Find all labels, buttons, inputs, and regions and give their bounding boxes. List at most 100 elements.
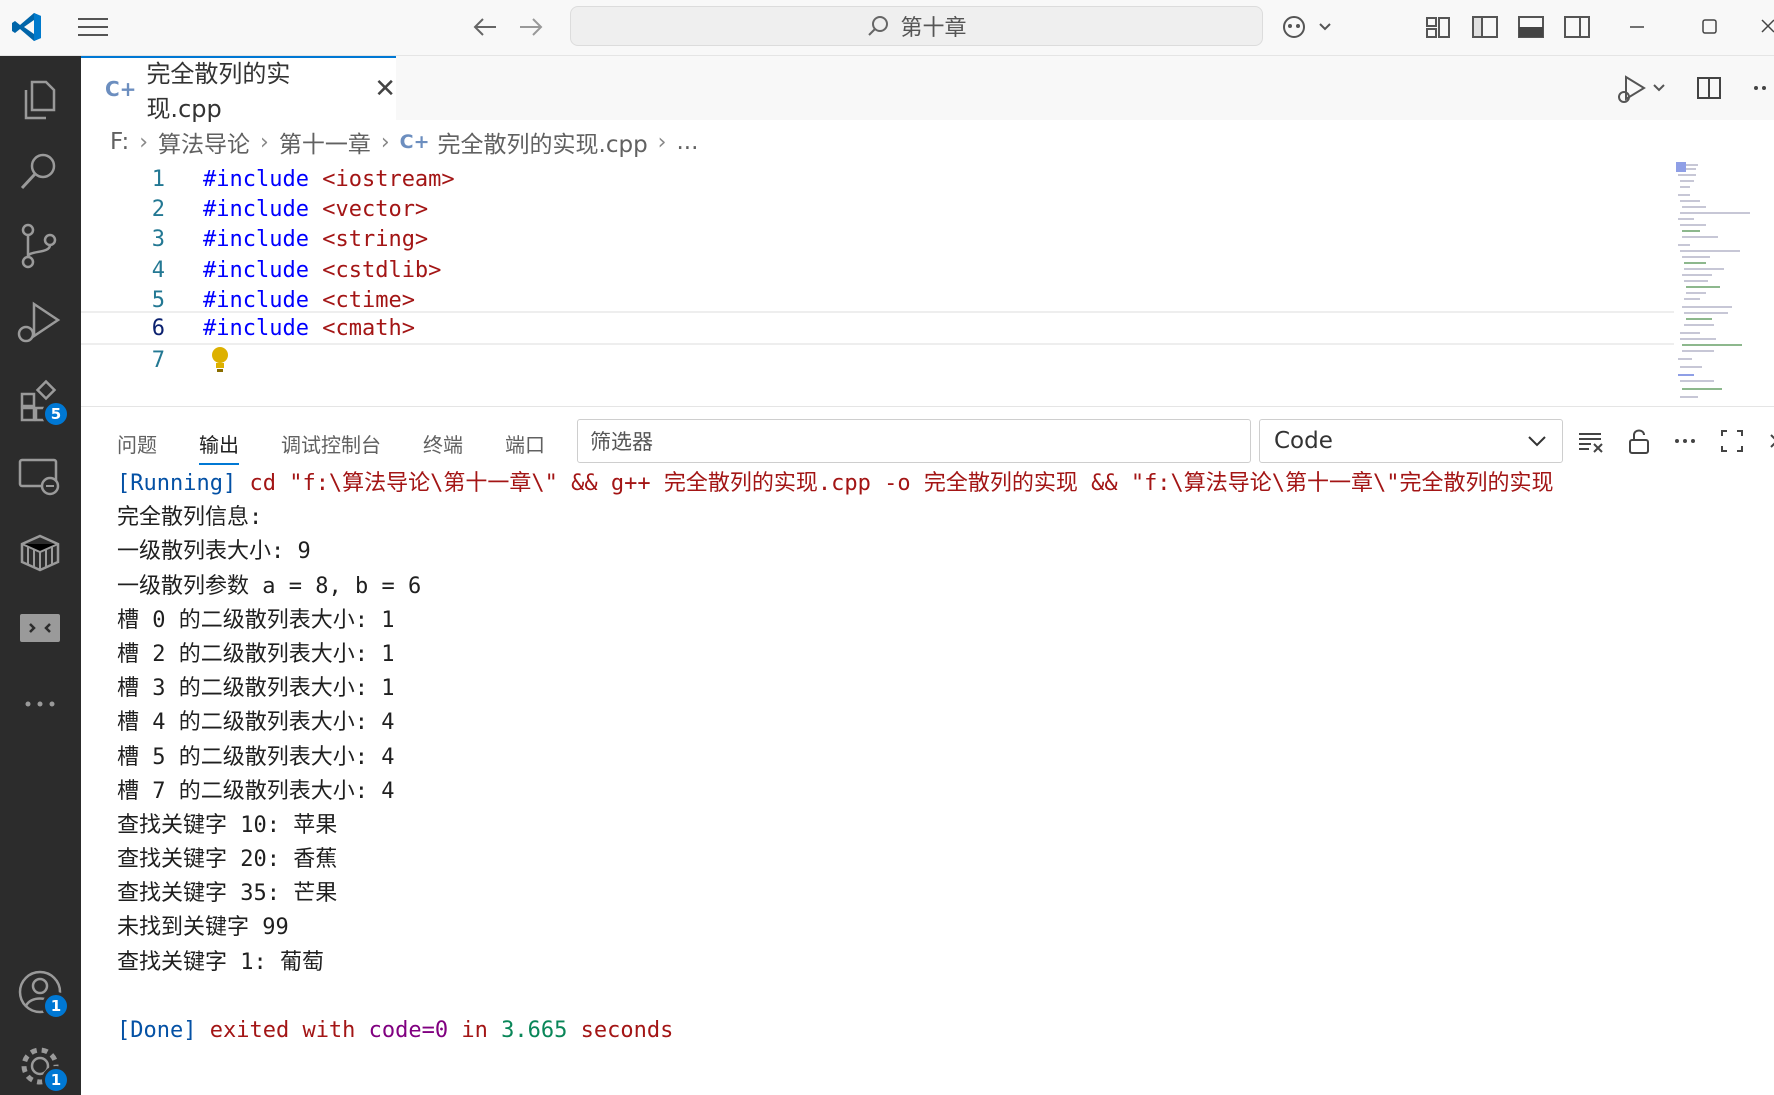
code-text: #include <cmath> (203, 316, 415, 341)
run-code-dropdown-icon[interactable] (1616, 71, 1668, 105)
activity-bar: 5 1 1 (0, 56, 81, 1095)
code-include-target: <vector> (322, 196, 429, 222)
copilot-icon[interactable] (1280, 12, 1336, 42)
tab-output[interactable]: 输出 (199, 421, 239, 465)
code-text: #include <ctime> (203, 288, 415, 313)
chevron-right-icon: › (380, 129, 390, 155)
line-number: 7 (151, 347, 165, 373)
chevron-right-icon: › (657, 129, 667, 155)
toggle-secondary-sidebar-icon[interactable] (1562, 12, 1592, 42)
minimap[interactable] (1674, 160, 1774, 405)
code-text: #include <string> (203, 227, 428, 252)
maximize-panel-icon[interactable] (1719, 427, 1745, 455)
lightbulb-icon[interactable] (209, 345, 231, 375)
command-center-text: 第十章 (900, 16, 967, 41)
minimap-slider (1676, 162, 1686, 172)
code-editor[interactable]: 1 #include <iostream> 2 #include <vector… (81, 162, 1674, 407)
line-number: 4 (151, 257, 165, 283)
split-editor-icon[interactable] (1694, 73, 1724, 103)
output-done-line: [Done] exited with code=0 in 3.665 secon… (117, 1014, 1767, 1048)
tab-close-icon[interactable]: ✕ (374, 74, 396, 104)
output-line: 查找关键字 35: 芒果 (117, 881, 338, 907)
extensions-badge: 5 (42, 400, 70, 428)
container-box-icon (20, 534, 60, 572)
command-center-search[interactable]: 第十章 (570, 6, 1263, 46)
run-debug-button[interactable] (14, 296, 66, 348)
explorer-button[interactable] (14, 74, 66, 126)
chevron-down-icon (1528, 436, 1546, 447)
search-view-button[interactable] (14, 146, 66, 198)
editor-actions (1616, 56, 1774, 120)
manage-settings-button[interactable]: 1 (14, 1040, 70, 1094)
toggle-panel-icon[interactable] (1516, 12, 1546, 42)
code-keyword: #include (203, 287, 309, 313)
tab-terminal[interactable]: 终端 (423, 421, 463, 465)
code-keyword: #include (203, 226, 309, 252)
breadcrumb-more[interactable]: ... (676, 129, 698, 155)
customize-layout-icon[interactable] (1424, 12, 1452, 42)
code-include-target: <string> (322, 226, 429, 252)
close-panel-icon[interactable] (1767, 427, 1774, 455)
code-include-target: <cstdlib> (322, 257, 442, 283)
breadcrumb-folder-1[interactable]: 算法导论 (158, 125, 250, 159)
code-line: 1 #include <iostream> (81, 162, 1674, 196)
elapsed-time: 3.665 (501, 1018, 568, 1043)
chevron-right-icon: › (139, 129, 149, 155)
toggle-primary-sidebar-icon[interactable] (1470, 12, 1500, 42)
editor-tab-active[interactable]: C+ 完全散列的实现.cpp ✕ (81, 56, 396, 123)
output-line: 一级散列表大小: 9 (117, 539, 311, 565)
minimize-icon[interactable] (1622, 14, 1652, 40)
output-filter-input[interactable]: 筛选器 (577, 419, 1251, 463)
chevron-right-icon: › (260, 129, 269, 155)
breadcrumb-drive[interactable]: F: (110, 129, 129, 155)
tab-debug-console[interactable]: 调试控制台 (281, 421, 381, 465)
output-line: 完全散列信息: (117, 505, 263, 531)
extensions-button[interactable]: 5 (14, 374, 70, 428)
output-line: 槽 5 的二级散列表大小: 4 (117, 744, 395, 770)
hamburger-menu-icon[interactable] (76, 14, 110, 40)
line-number: 6 (151, 315, 165, 341)
breadcrumb-file[interactable]: 完全散列的实现.cpp (438, 125, 648, 159)
bottom-panel: 问题 输出 调试控制台 终端 端口 筛选器 Code [Running] cd … (81, 406, 1774, 1095)
output-line: 槽 3 的二级散列表大小: 1 (117, 676, 395, 702)
panel-actions (1577, 421, 1774, 461)
lock-scroll-icon[interactable] (1627, 427, 1651, 455)
output-channel-select[interactable]: Code (1259, 419, 1563, 463)
source-control-button[interactable] (14, 220, 66, 272)
code-text: #include <vector> (203, 197, 428, 222)
title-bar: 第十章 (0, 0, 1774, 56)
done-text: in (448, 1018, 502, 1043)
code-include-target: <iostream> (322, 166, 455, 192)
tab-problems[interactable]: 问题 (117, 421, 157, 465)
more-actions-icon[interactable] (1750, 73, 1766, 103)
remote-explorer-icon (18, 458, 60, 496)
code-line: 7 (81, 343, 1674, 377)
clear-output-icon[interactable] (1577, 427, 1605, 455)
output-running-line: [Running] cd "f:\算法导论\第十一章\" && g++ 完全散列… (117, 467, 1767, 501)
more-actions-icon[interactable] (1673, 427, 1697, 455)
output-line: 一级散列参数 a = 8, b = 6 (117, 573, 422, 599)
more-views-button[interactable] (14, 678, 66, 730)
back-arrow-icon[interactable] (470, 14, 500, 40)
code-line: 4 #include <cstdlib> (81, 253, 1674, 287)
close-window-icon[interactable] (1760, 14, 1774, 40)
search-icon (868, 16, 889, 36)
output-line: 槽 0 的二级散列表大小: 1 (117, 607, 395, 633)
maximize-icon[interactable] (1694, 14, 1724, 40)
output-line: 槽 2 的二级散列表大小: 1 (117, 641, 395, 667)
output-content[interactable]: [Running] cd "f:\算法导论\第十一章\" && g++ 完全散列… (117, 467, 1767, 1048)
tab-ports[interactable]: 端口 (505, 421, 545, 465)
run-debug-icon (17, 301, 61, 343)
code-include-target: <ctime> (322, 287, 415, 313)
remote-explorer-button[interactable] (14, 450, 66, 502)
breadcrumb: F: › 算法导论 › 第十一章 › C+ 完全散列的实现.cpp › ... (110, 124, 698, 160)
exit-code: code=0 (368, 1018, 449, 1043)
done-text: exited with (196, 1018, 369, 1043)
output-channel-value: Code (1274, 428, 1333, 454)
accounts-button[interactable]: 1 (14, 966, 70, 1020)
containers-button[interactable] (14, 526, 66, 578)
cpp-file-icon: C+ (105, 77, 137, 101)
forward-arrow-icon[interactable] (516, 14, 546, 40)
breadcrumb-folder-2[interactable]: 第十一章 (279, 125, 371, 159)
remote-window-button[interactable] (14, 602, 66, 654)
